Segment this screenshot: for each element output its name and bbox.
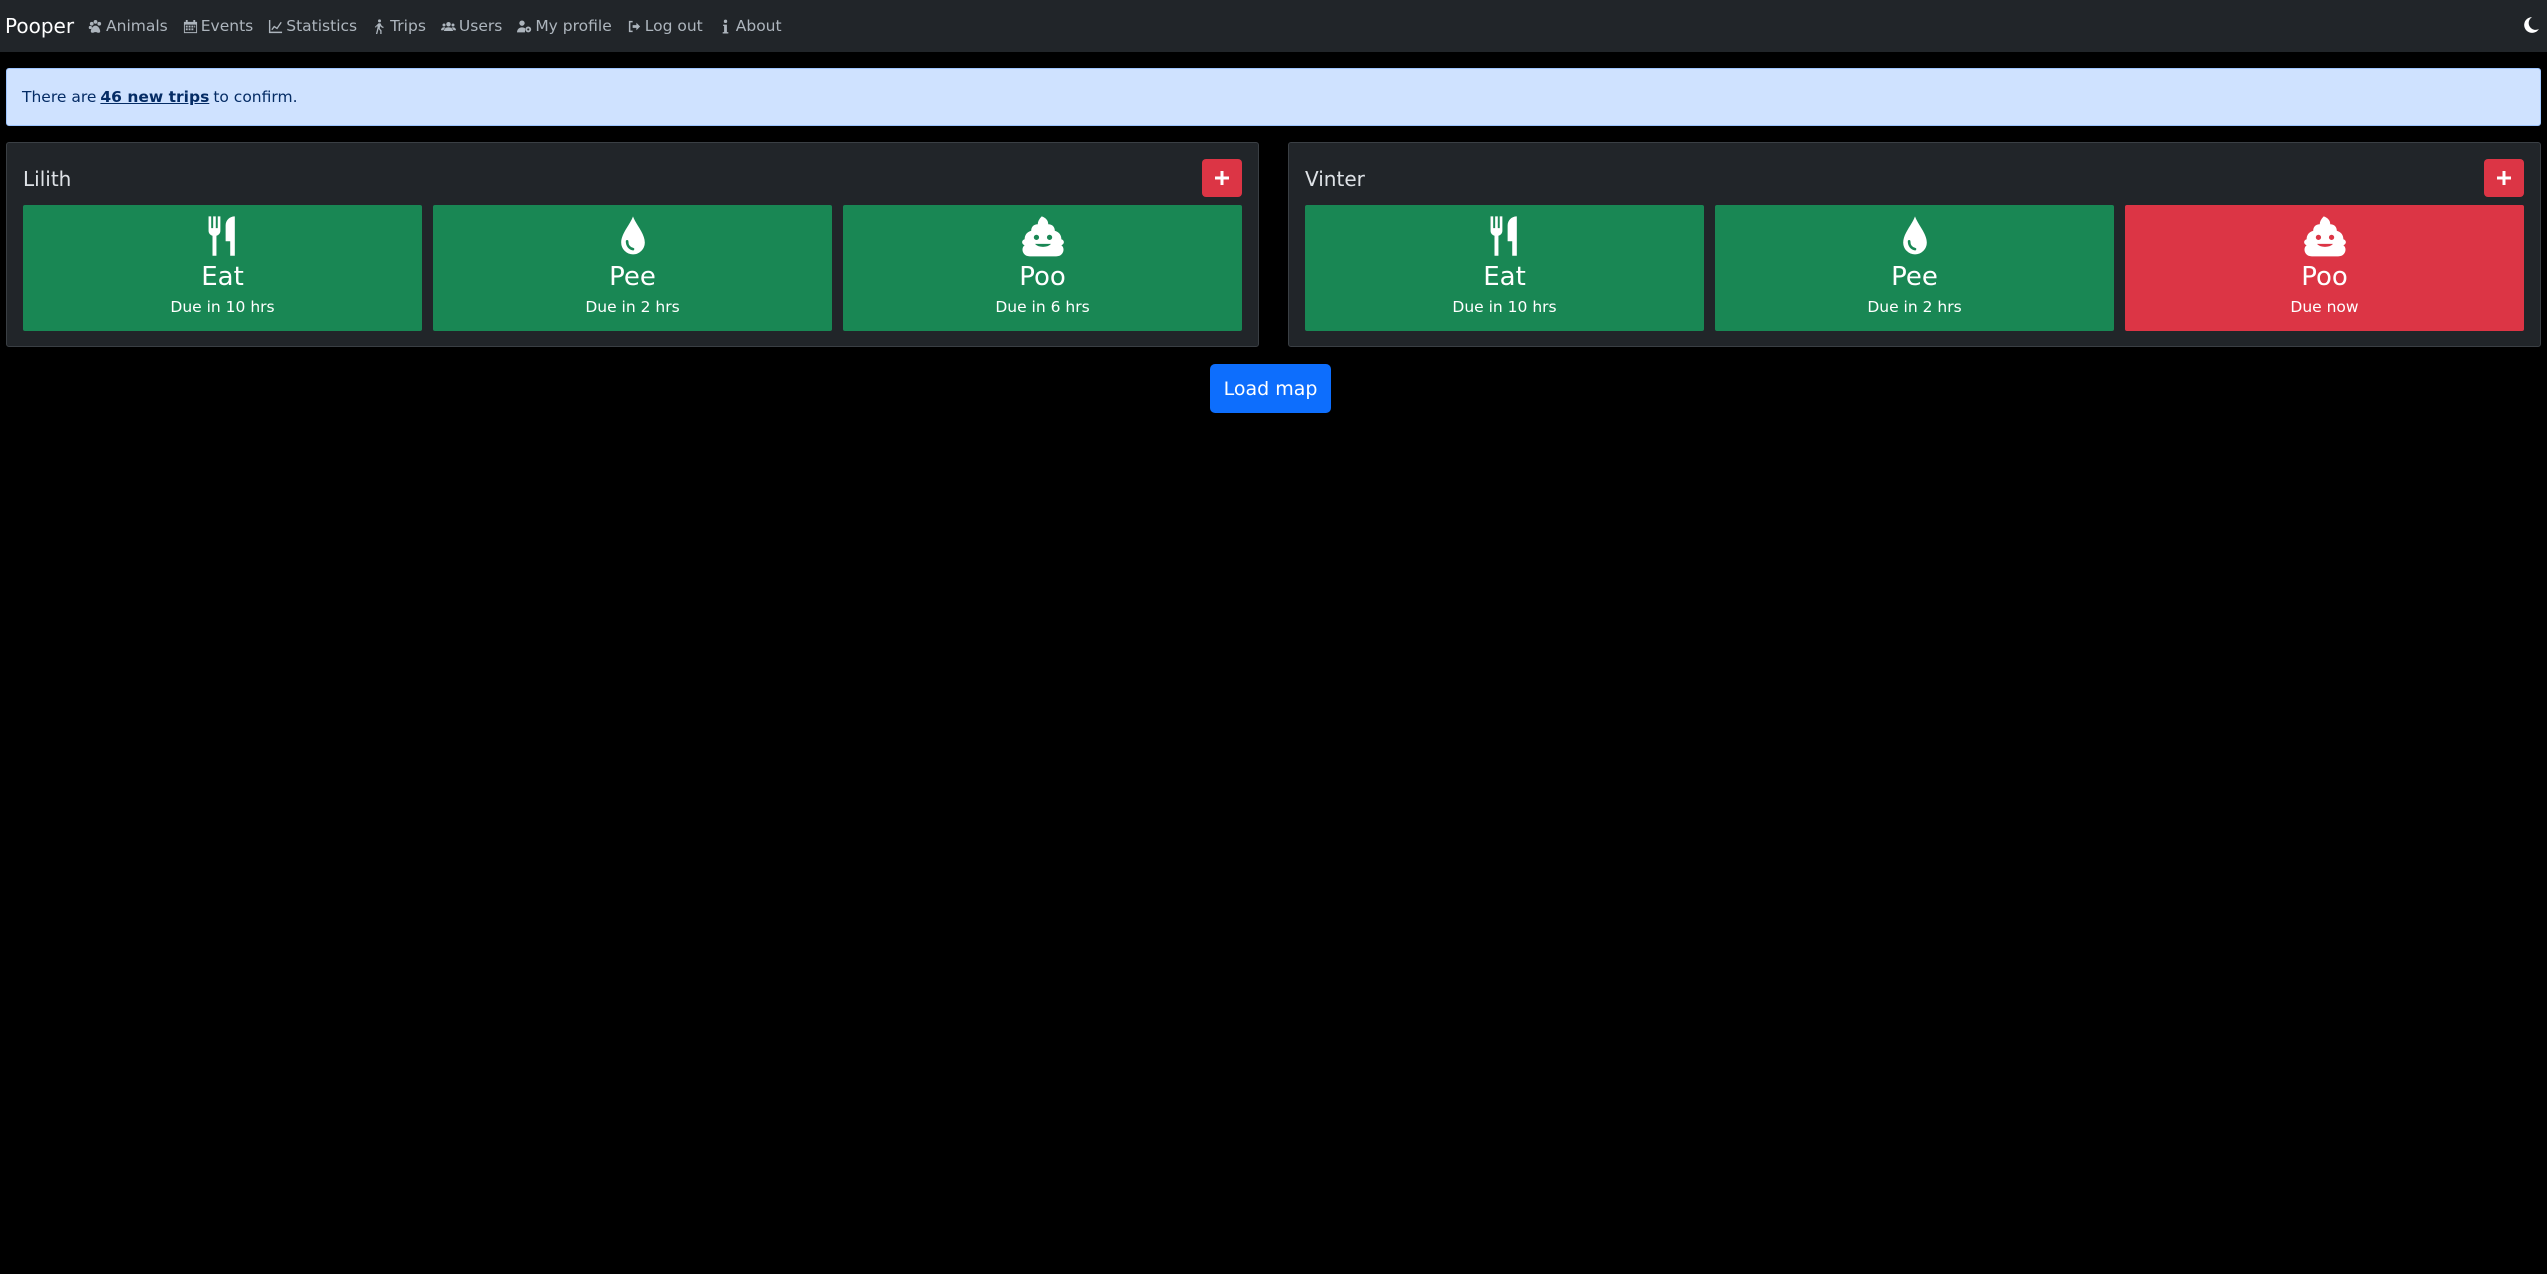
load-map-button[interactable]: Load map [1210, 364, 1331, 413]
nav-log-out-label: Log out [644, 17, 703, 35]
animal-card-vinter: Vinter Eat Due in 10 hrs Pee Due in 2 hr… [1288, 142, 2541, 347]
nav-menu: Animals Events Statistics Trips Users My… [88, 17, 797, 35]
pee-tile[interactable]: Pee Due in 2 hrs [1715, 205, 2114, 331]
calendar-icon [183, 19, 197, 33]
nav-events-label: Events [200, 17, 254, 35]
tile-title: Pee [1891, 262, 1938, 292]
add-event-button[interactable] [1202, 159, 1242, 197]
tile-due: Due now [2290, 298, 2359, 316]
utensils-icon [1490, 216, 1517, 256]
tile-due: Due in 10 hrs [170, 298, 275, 316]
nav-statistics[interactable]: Statistics [268, 17, 357, 35]
brand-logo[interactable]: Pooper [5, 14, 74, 38]
plus-icon [2497, 171, 2511, 185]
moon-icon [2524, 17, 2539, 33]
tile-title: Eat [201, 262, 244, 292]
users-icon [440, 21, 456, 31]
tile-due: Due in 2 hrs [1867, 298, 1962, 316]
chart-line-icon [269, 19, 283, 33]
new-trips-link[interactable]: 46 new trips [100, 88, 209, 106]
plus-icon [1215, 171, 1229, 185]
sign-out-icon [628, 20, 640, 32]
person-walking-icon [374, 18, 384, 34]
droplet-icon [1902, 216, 1927, 255]
pee-tile[interactable]: Pee Due in 2 hrs [433, 205, 832, 331]
animal-cards: Lilith Eat Due in 10 hrs Pee Due in 2 hr… [6, 142, 2541, 347]
nav-users[interactable]: Users [440, 17, 503, 35]
nav-about[interactable]: About [718, 17, 782, 35]
animal-name: Lilith [23, 167, 72, 191]
theme-toggle-button[interactable] [2522, 16, 2540, 34]
tile-due: Due in 6 hrs [995, 298, 1090, 316]
nav-log-out[interactable]: Log out [627, 17, 703, 35]
eat-tile[interactable]: Eat Due in 10 hrs [1305, 205, 1704, 331]
new-trips-alert: There are 46 new trips to confirm. [6, 68, 2541, 126]
tile-title: Eat [1483, 262, 1526, 292]
nav-trips-label: Trips [390, 17, 426, 35]
animal-card-lilith: Lilith Eat Due in 10 hrs Pee Due in 2 hr… [6, 142, 1259, 347]
tile-due: Due in 2 hrs [585, 298, 680, 316]
tile-title: Poo [2301, 262, 2348, 292]
nav-events[interactable]: Events [183, 17, 253, 35]
poo-tile[interactable]: Poo Due now [2125, 205, 2524, 331]
nav-animals-label: Animals [106, 17, 168, 35]
nav-trips[interactable]: Trips [372, 17, 426, 35]
animal-name: Vinter [1305, 167, 1365, 191]
poo-tile[interactable]: Poo Due in 6 hrs [843, 205, 1242, 331]
droplet-icon [620, 216, 645, 255]
nav-about-label: About [735, 17, 782, 35]
poo-icon [2303, 216, 2346, 257]
add-event-button[interactable] [2484, 159, 2524, 197]
user-gear-icon [517, 20, 532, 32]
event-tiles: Eat Due in 10 hrs Pee Due in 2 hrs Poo D… [1305, 205, 2524, 331]
nav-my-profile[interactable]: My profile [517, 17, 612, 35]
eat-tile[interactable]: Eat Due in 10 hrs [23, 205, 422, 331]
poo-icon [1021, 216, 1064, 257]
nav-statistics-label: Statistics [286, 17, 358, 35]
alert-prefix: There are [22, 88, 97, 106]
nav-my-profile-label: My profile [535, 17, 612, 35]
utensils-icon [208, 216, 235, 256]
tile-title: Pee [609, 262, 656, 292]
nav-animals[interactable]: Animals [88, 17, 168, 35]
alert-suffix: to confirm. [213, 88, 298, 106]
tile-due: Due in 10 hrs [1452, 298, 1557, 316]
info-icon [722, 19, 729, 34]
top-navbar: Pooper Animals Events Statistics Trips U… [0, 0, 2547, 52]
nav-users-label: Users [458, 17, 503, 35]
event-tiles: Eat Due in 10 hrs Pee Due in 2 hrs Poo D… [23, 205, 1242, 331]
paw-icon [88, 19, 102, 33]
tile-title: Poo [1019, 262, 1066, 292]
